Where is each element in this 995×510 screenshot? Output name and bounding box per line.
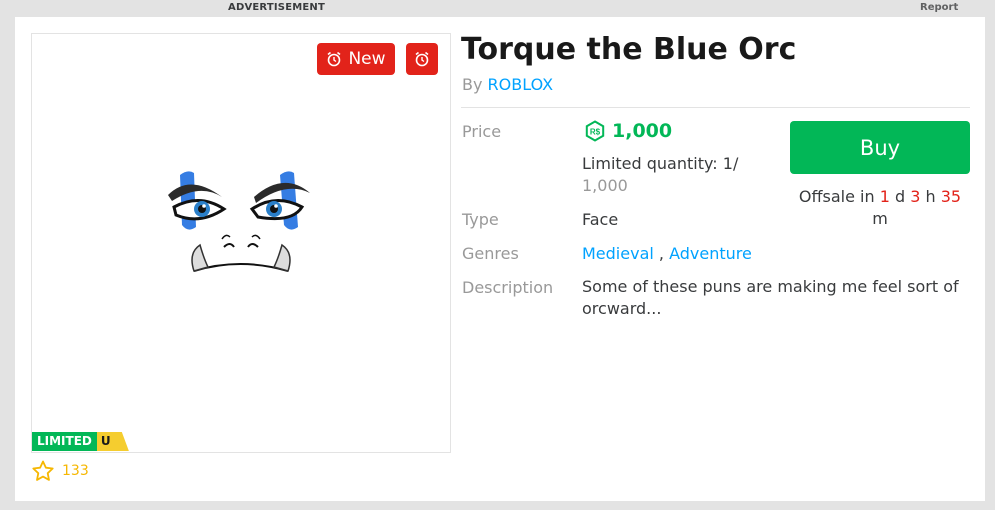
item-thumbnail: New LIMITED U	[31, 33, 451, 453]
offsale-days: 1	[879, 187, 890, 206]
offsale-prefix: Offsale in	[798, 187, 875, 206]
creator-link[interactable]: ROBLOX	[488, 75, 554, 94]
divider	[461, 107, 970, 108]
limited-u-label: U	[96, 432, 129, 451]
description-label: Description	[462, 278, 554, 297]
genre-separator: ,	[658, 244, 664, 263]
price-label: Price	[462, 122, 502, 141]
description-text: Some of these puns are making me feel so…	[582, 277, 959, 318]
type-label: Type	[462, 210, 499, 229]
favorite-count: 133	[62, 463, 89, 479]
offsale-hours-unit: h	[925, 187, 936, 206]
new-badge: New	[317, 43, 395, 75]
robux-icon: R$	[585, 120, 605, 142]
genres-list: Medieval , Adventure	[582, 244, 752, 263]
timer-badge	[406, 43, 438, 75]
orc-face-image	[168, 171, 310, 272]
genres-label: Genres	[462, 244, 519, 263]
genre-link-medieval[interactable]: Medieval	[582, 244, 654, 263]
price-amount: 1,000	[612, 120, 673, 142]
star-icon	[32, 460, 54, 481]
by-prefix: By	[462, 75, 483, 94]
item-card: New LIMITED U 133 Torque the Blue Orc By…	[15, 17, 985, 501]
type-value: Face	[582, 210, 619, 229]
limited-quantity: Limited quantity: 1/ 1,000	[582, 153, 762, 197]
price-value: R$ 1,000	[584, 120, 672, 142]
item-title: Torque the Blue Orc	[461, 32, 797, 67]
limited-qty-prefix: Limited quantity: 1/	[582, 154, 739, 173]
limited-qty-total: 1,000	[582, 176, 628, 195]
offsale-countdown: Offsale in 1 d 3 h 35 m	[790, 186, 970, 230]
limited-u-badge: LIMITED U	[32, 432, 129, 451]
report-link[interactable]: Report	[920, 2, 958, 13]
offsale-minutes-unit: m	[872, 209, 888, 228]
alarm-clock-icon	[415, 51, 429, 67]
new-badge-label: New	[348, 49, 386, 69]
genre-link-adventure[interactable]: Adventure	[669, 244, 752, 263]
offsale-minutes: 35	[940, 187, 962, 206]
creator-line: By ROBLOX	[462, 75, 553, 94]
limited-label: LIMITED	[32, 432, 97, 451]
offsale-hours: 3	[910, 187, 921, 206]
offsale-days-unit: d	[894, 187, 906, 206]
favorite-button[interactable]: 133	[31, 459, 89, 483]
svg-text:R$: R$	[590, 128, 601, 137]
buy-button[interactable]: Buy	[790, 121, 970, 174]
alarm-clock-icon	[327, 51, 341, 67]
advertisement-label: ADVERTISEMENT	[228, 2, 326, 13]
